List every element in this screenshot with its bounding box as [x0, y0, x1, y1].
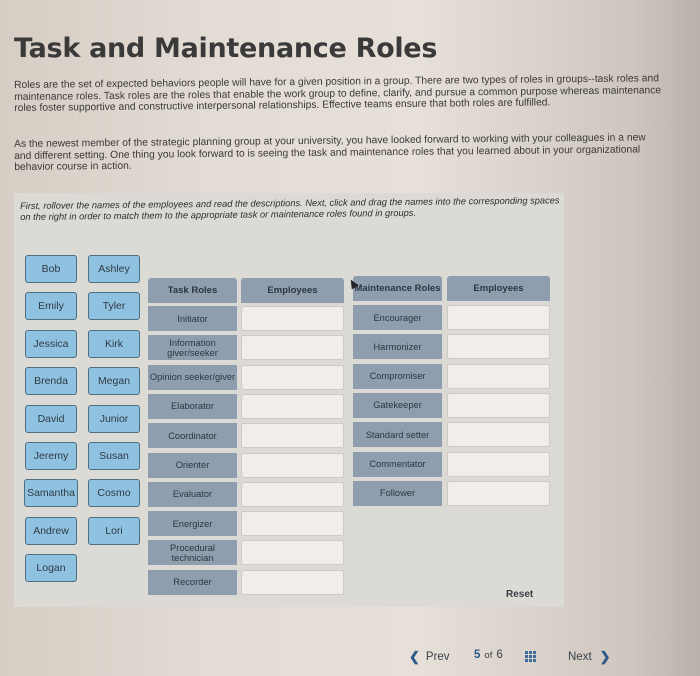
employee-drop-zone[interactable] [241, 335, 344, 361]
employee-card[interactable]: Brenda [25, 367, 77, 396]
of-label: of [484, 649, 493, 661]
employee-card[interactable]: Samantha [24, 479, 78, 508]
employee-card[interactable]: David [25, 404, 77, 433]
role-label: Initiator [148, 306, 237, 331]
employees-header: Employees [447, 276, 550, 301]
employee-drop-zone[interactable] [241, 540, 344, 566]
employee-card[interactable]: Tyler [88, 292, 140, 321]
employee-drop-zone[interactable] [241, 569, 344, 595]
employee-drop-zone[interactable] [241, 306, 344, 331]
page-grid-button[interactable] [525, 651, 536, 662]
employee-card[interactable]: Emily [25, 292, 77, 321]
employee-drop-zone[interactable] [241, 364, 344, 390]
role-label: Encourager [353, 305, 442, 330]
maintenance-roles-header: Maintenance Roles [353, 276, 442, 301]
role-label: Gatekeeper [353, 392, 442, 418]
total-pages: 6 [496, 649, 503, 661]
role-label: Orienter [148, 452, 237, 478]
role-label: Evaluator [148, 481, 237, 507]
employee-drop-zone[interactable] [241, 452, 344, 478]
reset-button[interactable]: Reset [506, 589, 533, 600]
role-label: Follower [353, 480, 442, 506]
next-button[interactable]: Next ❯ [568, 649, 611, 665]
scenario-paragraph: As the newest member of the strategic pl… [14, 132, 646, 174]
employee-card[interactable]: Megan [88, 367, 140, 396]
employee-drop-zone[interactable] [447, 363, 550, 389]
employee-card[interactable]: Bob [25, 255, 77, 283]
employee-drop-zone[interactable] [241, 393, 344, 419]
employee-card[interactable]: Jessica [25, 329, 77, 358]
employee-card[interactable]: Lori [88, 516, 140, 545]
employee-drop-zone[interactable] [447, 480, 550, 506]
chevron-right-icon: ❯ [599, 649, 611, 664]
employee-drop-zone[interactable] [241, 423, 344, 449]
page-title: Task and Maintenance Roles [14, 33, 438, 64]
employee-drop-zone[interactable] [241, 511, 344, 537]
employee-card[interactable]: Junior [88, 404, 140, 433]
employee-drop-zone[interactable] [447, 334, 550, 360]
task-roles-header: Task Roles [148, 278, 237, 303]
employee-drop-zone[interactable] [447, 392, 550, 418]
role-label: Compromiser [353, 363, 442, 389]
role-label: Information giver/seeker [148, 335, 237, 361]
role-label: Standard setter [353, 422, 442, 448]
role-label: Coordinator [148, 423, 237, 449]
employee-drop-zone[interactable] [447, 422, 550, 448]
employee-card[interactable]: Jeremy [25, 442, 77, 470]
employee-card[interactable]: Cosmo [88, 479, 140, 508]
employees-header: Employees [241, 278, 344, 303]
role-label: Procedural technician [148, 540, 237, 566]
prev-label: Prev [425, 651, 450, 663]
role-label: Commentator [353, 451, 442, 477]
employee-drop-zone[interactable] [447, 305, 550, 330]
next-label: Next [568, 651, 592, 663]
employee-card[interactable]: Kirk [88, 329, 140, 358]
role-label: Opinion seeker/giver [148, 364, 237, 390]
activity-instructions: First, rollover the names of the employe… [20, 195, 560, 222]
employee-card[interactable]: Susan [88, 442, 140, 470]
role-label: Elaborator [148, 393, 237, 419]
role-label: Recorder [148, 569, 237, 595]
page-indicator: 5 of 6 [474, 649, 503, 661]
employee-card[interactable]: Logan [25, 554, 77, 583]
employee-drop-zone[interactable] [447, 451, 550, 477]
intro-paragraph: Roles are the set of expected behaviors … [14, 73, 662, 115]
role-label: Energizer [148, 511, 237, 537]
current-page: 5 [474, 649, 481, 661]
role-label: Harmonizer [353, 334, 442, 360]
prev-button[interactable]: ❮ Prev [409, 649, 450, 665]
employee-card[interactable]: Andrew [25, 516, 77, 545]
chevron-left-icon: ❮ [409, 649, 420, 664]
employee-drop-zone[interactable] [241, 481, 344, 507]
grid-icon [525, 651, 536, 662]
employee-card[interactable]: Ashley [88, 255, 140, 283]
